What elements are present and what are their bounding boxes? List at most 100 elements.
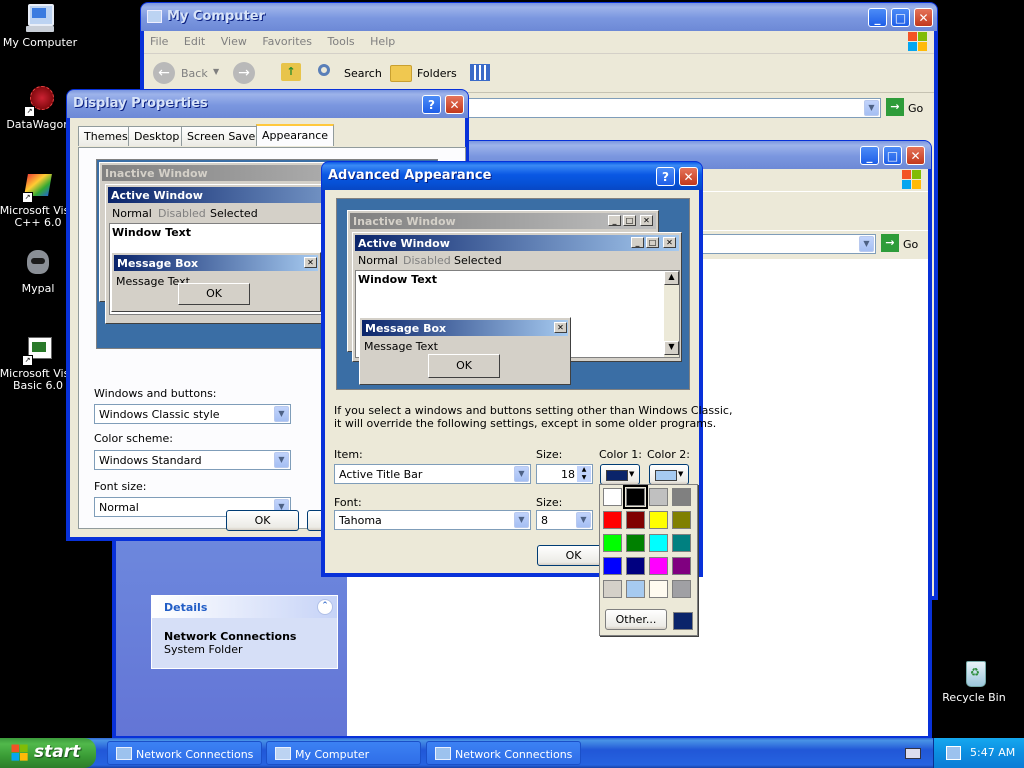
desktop-icon-recycle-bin[interactable]: ♻ Recycle Bin: [934, 657, 1014, 704]
color1-button[interactable]: ▼: [600, 464, 640, 485]
minimize-button[interactable]: _: [868, 8, 887, 27]
scroll-up-icon: ▲: [664, 271, 679, 285]
color-swatch[interactable]: [603, 488, 622, 506]
windows-buttons-label: Windows and buttons:: [94, 387, 217, 400]
color-swatch[interactable]: [649, 580, 668, 598]
network-tray-icon[interactable]: [946, 746, 961, 760]
minimize-button[interactable]: _: [860, 146, 879, 165]
color2-button[interactable]: ▼: [649, 464, 689, 485]
color-swatch[interactable]: [626, 580, 645, 598]
keyboard-icon[interactable]: [905, 748, 921, 759]
tab-desktop[interactable]: Desktop: [128, 126, 186, 146]
help-button[interactable]: ?: [422, 95, 441, 114]
font-size-label: Font size:: [94, 480, 147, 493]
help-button[interactable]: ?: [656, 167, 675, 186]
views-icon[interactable]: [470, 64, 490, 81]
font-select[interactable]: Tahoma ▼: [334, 510, 531, 530]
color-swatch[interactable]: [626, 534, 645, 552]
tab-themes[interactable]: Themes: [78, 126, 134, 146]
details-header[interactable]: Details ⌃: [152, 596, 337, 618]
menu-edit[interactable]: Edit: [178, 31, 211, 52]
close-button[interactable]: ✕: [679, 167, 698, 186]
network-icon: [435, 747, 451, 760]
item-select[interactable]: Active Title Bar ▼: [334, 464, 531, 484]
color-swatch[interactable]: [603, 534, 622, 552]
close-button[interactable]: ✕: [906, 146, 925, 165]
address-input[interactable]: ▼: [464, 98, 881, 118]
search-button[interactable]: Search: [316, 62, 382, 84]
color-swatch[interactable]: [672, 534, 691, 552]
color1-label: Color 1:: [599, 448, 642, 461]
taskbar-task-network-connections[interactable]: Network Connections: [107, 741, 262, 765]
windows-logo-icon: [902, 170, 922, 190]
title-bar[interactable]: My Computer _ □ ✕: [141, 3, 937, 31]
vb6-icon: ↗: [22, 333, 54, 366]
go-label[interactable]: Go: [908, 102, 923, 115]
windows-buttons-select[interactable]: Windows Classic style ▼: [94, 404, 291, 424]
menu-view[interactable]: View: [215, 31, 253, 52]
go-label[interactable]: Go: [903, 238, 918, 251]
color-swatch[interactable]: [649, 534, 668, 552]
font-size-select[interactable]: 8 ▼: [536, 510, 593, 530]
chevron-down-icon: ▼: [514, 466, 529, 482]
color-swatch[interactable]: [603, 580, 622, 598]
up-folder-icon[interactable]: ↑: [281, 63, 301, 81]
maximize-button[interactable]: □: [891, 8, 910, 27]
spin-down-icon[interactable]: ▼: [577, 474, 591, 482]
other-colors-button[interactable]: Other...: [605, 609, 667, 630]
go-arrow-icon[interactable]: →: [886, 98, 904, 116]
desktop-icon-label: My Computer: [2, 36, 78, 49]
tab-appearance[interactable]: Appearance: [256, 124, 335, 146]
color-swatch[interactable]: [672, 488, 691, 506]
folders-icon: [390, 65, 412, 82]
desktop-icon-my-computer[interactable]: My Computer: [0, 2, 80, 49]
color-swatch[interactable]: [603, 511, 622, 529]
menu-help[interactable]: Help: [364, 31, 401, 52]
custom-color-swatch[interactable]: [673, 612, 693, 630]
menu-favorites[interactable]: Favorites: [256, 31, 318, 52]
dialog-title: Display Properties: [73, 96, 208, 111]
start-button[interactable]: start: [0, 738, 96, 768]
close-button[interactable]: ✕: [445, 95, 464, 114]
spin-up-icon[interactable]: ▲: [577, 466, 591, 474]
maximize-button[interactable]: □: [883, 146, 902, 165]
color-swatch[interactable]: [649, 511, 668, 529]
ok-button[interactable]: OK: [226, 510, 299, 531]
window-title: My Computer: [167, 9, 265, 24]
clock[interactable]: 5:47 AM: [970, 746, 1015, 759]
color-swatch[interactable]: [672, 557, 691, 575]
collapse-chevron-icon[interactable]: ⌃: [317, 599, 333, 615]
menu-file[interactable]: File: [144, 31, 174, 52]
close-button[interactable]: ✕: [914, 8, 933, 27]
color-swatch[interactable]: [672, 511, 691, 529]
title-bar[interactable]: Display Properties ? ✕: [67, 90, 468, 118]
tab-screen-saver[interactable]: Screen Saver: [181, 126, 266, 146]
color-swatch[interactable]: [626, 511, 645, 529]
taskbar: start Network Connections My Computer Ne…: [0, 738, 1024, 768]
color-swatch[interactable]: [623, 485, 648, 509]
title-bar[interactable]: Advanced Appearance ? ✕: [322, 162, 702, 190]
my-computer-icon: [24, 2, 56, 34]
folders-button[interactable]: Folders: [388, 62, 458, 84]
taskbar-task-network-connections-2[interactable]: Network Connections: [426, 741, 581, 765]
color-scheme-select[interactable]: Windows Standard ▼: [94, 450, 291, 470]
menu-tools[interactable]: Tools: [322, 31, 361, 52]
details-title: Network Connections: [164, 630, 297, 643]
color-swatch[interactable]: [672, 580, 691, 598]
taskbar-task-my-computer[interactable]: My Computer: [266, 741, 421, 765]
color-swatch[interactable]: [603, 557, 622, 575]
chevron-down-icon: ▼: [678, 470, 684, 478]
color-swatch[interactable]: [649, 488, 668, 506]
preview-message-box: Message Box ✕ Message Text OK: [111, 252, 321, 312]
back-arrow-icon: ←: [153, 62, 175, 84]
color-swatch[interactable]: [649, 557, 668, 575]
item-size-spinner[interactable]: 18 ▲ ▼: [536, 464, 593, 484]
close-icon: ✕: [304, 257, 317, 268]
go-arrow-icon[interactable]: →: [881, 234, 899, 252]
color2-label: Color 2:: [647, 448, 690, 461]
toolbar: ← Back ▼ → ↑ Search Folders: [144, 54, 934, 93]
forward-arrow-icon[interactable]: →: [233, 62, 255, 84]
color-swatch[interactable]: [626, 557, 645, 575]
desktop-icon-label: Microsoft Visu C++ 6.0: [0, 204, 77, 229]
back-button[interactable]: ← Back ▼: [153, 62, 223, 84]
